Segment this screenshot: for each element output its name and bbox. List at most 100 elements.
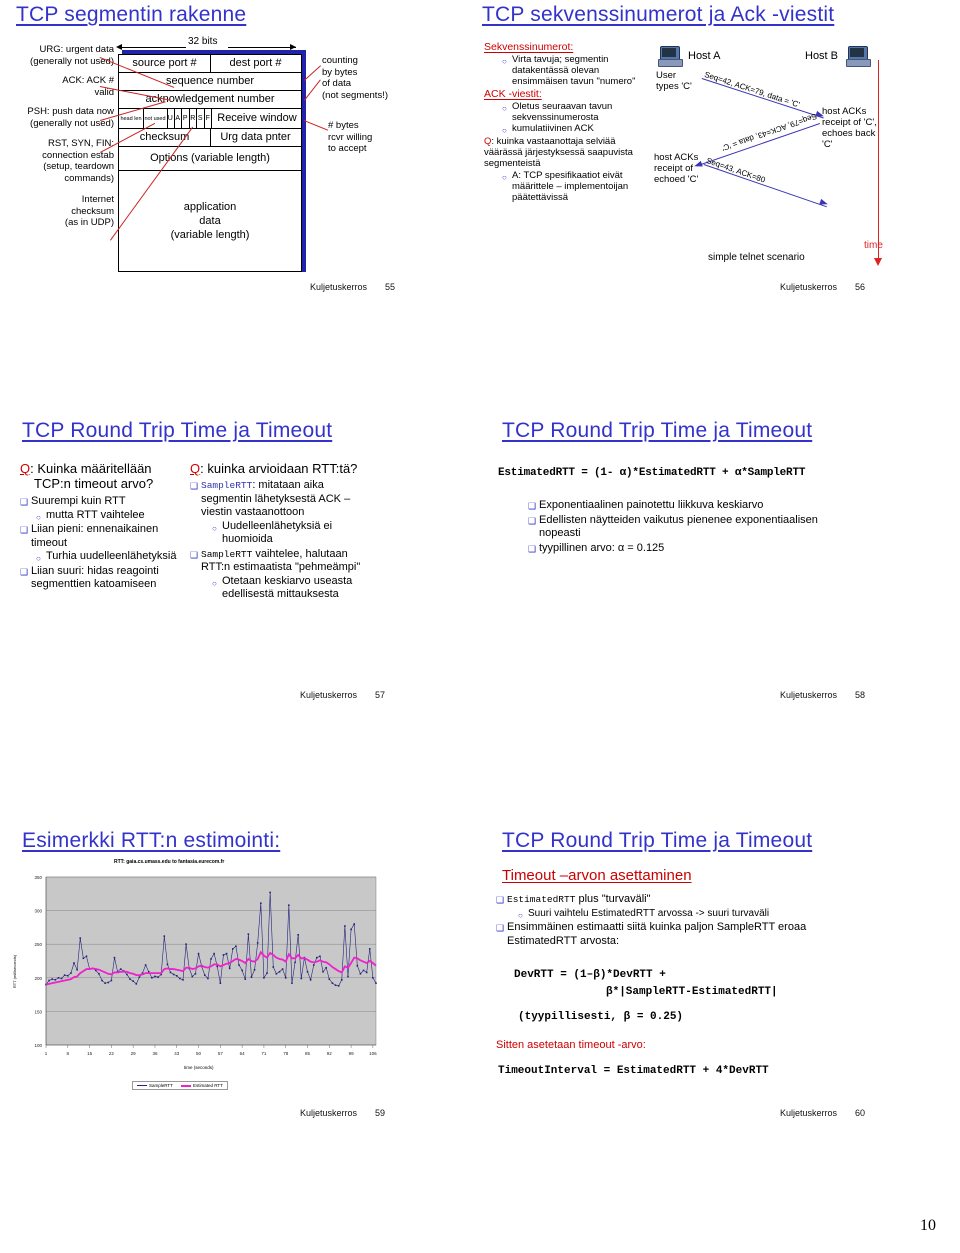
annotation-checksum-3: (as in UDP): [64, 217, 114, 228]
not-used-field: not used: [143, 109, 167, 128]
footer-page: 55: [385, 282, 396, 292]
devrtt-formula: DevRTT = (1–β)*DevRTT + β*|SampleRTT-Est…: [514, 967, 778, 1001]
flag-bit-a: A: [175, 109, 182, 128]
annotation-rst-2: connection estab: [42, 149, 114, 161]
head-len-label: head len: [120, 115, 142, 122]
rtt-col-right: Q: kuinka arvioidaan RTT:tä? SampleRTT: …: [190, 461, 370, 602]
telnet-diagram: Host A Host B time User types 'C' host A…: [650, 42, 950, 272]
svg-text:106: 106: [369, 1051, 377, 1056]
svg-text:71: 71: [261, 1051, 267, 1056]
bits-arrow-left: [118, 47, 186, 48]
svg-text:250: 250: [34, 942, 42, 947]
footer-label: Kuljetuskerros: [300, 690, 358, 700]
svg-text:150: 150: [34, 1009, 42, 1014]
chart-svg: 100 150 200 250 300 350 1 8 15 22 29 36 43 50 57 64 71 7…: [34, 875, 377, 1056]
bits-label: 32 bits: [188, 36, 218, 47]
rtt-col-left: Q: Kuinka määritellään TCP:n timeout arv…: [20, 461, 180, 592]
list-item: Ensimmäinen estimaatti siitä kuinka palj…: [496, 921, 836, 948]
footer-page: 58: [855, 690, 866, 700]
time-axis-arrow: [874, 258, 882, 266]
term-samplertt: SampleRTT: [201, 548, 253, 560]
list-item: Turhia uudelleenlähetyksiä: [36, 550, 180, 565]
svg-text:99: 99: [349, 1051, 355, 1056]
list-item: tyypillinen arvo: α = 0.125: [528, 542, 818, 556]
annotation-checksum-2: checksum: [71, 205, 114, 217]
list-item: Suurempi kuin RTT: [20, 495, 180, 509]
svg-text:1: 1: [45, 1051, 48, 1056]
footer-page: 59: [375, 1108, 386, 1118]
annotation-counting-4: (not segments!): [322, 89, 388, 101]
app-data-line-1: application: [183, 201, 237, 213]
leader-line-counting-1: [304, 65, 322, 81]
svg-text:50: 50: [196, 1051, 202, 1056]
page-number: 10: [920, 1217, 936, 1234]
legend-swatch-sample: [137, 1085, 147, 1086]
beta-typical-formula: (tyypillisesti, β = 0.25): [518, 1011, 684, 1023]
svg-text:57: 57: [218, 1051, 224, 1056]
svg-text:350: 350: [34, 875, 42, 880]
slide-tcp-rtt-timeout-3: TCP Round Trip Time ja Timeout Timeout –…: [480, 815, 960, 1135]
leader-line-window: [303, 120, 329, 131]
legend-item-sample: SampleRTT: [137, 1083, 173, 1088]
chart-title: RTT: gaia.cs.umass.edu to fantasia.eurec…: [114, 859, 225, 865]
app-data-line-2: data: [199, 215, 221, 227]
question-text: : Kuinka määritellään TCP:n timeout arvo…: [30, 461, 154, 491]
slide-footer: Kuljetuskerros 57: [300, 690, 385, 700]
annotation-counting-2: by bytes: [322, 66, 358, 78]
diagram-caption: simple telnet scenario: [708, 252, 805, 263]
question-block: Q: kuinka vastaanottaja selviää väärässä…: [484, 136, 652, 169]
annotation-bytes-3: to accept: [328, 143, 367, 154]
slide-tcp-segment-structure: TCP segmentin rakenne 32 bits source por…: [0, 0, 470, 300]
question-prefix: Q: [190, 461, 201, 476]
footer-page: 56: [855, 282, 866, 292]
formula-notes: Exponentiaalinen painotettu liikkuva kes…: [528, 499, 818, 555]
footer-label: Kuljetuskerros: [300, 1108, 358, 1118]
not-used-label: not used: [144, 115, 166, 122]
flag-bit-s: S: [197, 109, 205, 128]
timeout-interval-formula: TimeoutInterval = EstimatedRTT + 4*DevRT…: [498, 1065, 769, 1077]
page-title: TCP sekvenssinumerot ja Ack -viestit: [482, 3, 835, 26]
svg-text:43: 43: [174, 1051, 180, 1056]
annotation-urg-1: URG: urgent data: [39, 44, 114, 55]
urg-pointer-field: Urg data pnter: [220, 131, 291, 143]
flag-bit-u: U: [167, 109, 175, 128]
chart-xlabel: time (seconds): [184, 1065, 214, 1070]
tcp-header-diagram: source port # dest port # sequence numbe…: [118, 54, 302, 272]
footer-label: Kuljetuskerros: [780, 690, 838, 700]
right-annotations-bottom: # bytes rcvr willing to accept: [328, 120, 372, 155]
ack-item-1: Oletus seuraavan tavun sekvenssinumerost…: [502, 101, 652, 123]
section-heading-seq: Sekvenssinumerot:: [484, 41, 574, 53]
list-item: Uudelleenlähetyksiä ei huomioida: [212, 520, 370, 547]
footer-page: 60: [855, 1108, 866, 1118]
host-b-label: Host B: [805, 50, 839, 62]
slide-footer: Kuljetuskerros 59: [300, 1108, 385, 1118]
estimated-rtt-formula: EstimatedRTT = (1- α)*EstimatedRTT + α*S…: [498, 467, 806, 479]
dest-port-field: dest port #: [229, 57, 282, 69]
footer-label: Kuljetuskerros: [780, 1108, 838, 1118]
slide-footer: Kuljetuskerros 58: [780, 690, 865, 700]
annotation-counting-3: of data: [322, 78, 352, 89]
devrtt-formula-line1: DevRTT = (1–β)*DevRTT +: [514, 969, 666, 981]
seq-item-1: Virta tavuja; segmentin datakentässä ole…: [502, 54, 652, 87]
term-samplertt: SampleRTT: [201, 480, 253, 491]
svg-text:64: 64: [240, 1051, 246, 1056]
slide-footer: Kuljetuskerros 56: [780, 282, 865, 292]
list-item: mutta RTT vaihtelee: [36, 509, 180, 524]
options-field: Options (variable length): [119, 147, 301, 171]
checksum-field: checksum: [139, 131, 190, 143]
seq-text-column: Sekvenssinumerot: Virta tavuja; segmenti…: [484, 41, 652, 204]
page-title: Esimerkki RTT:n estimointi:: [22, 829, 281, 852]
footer-label: Kuljetuskerros: [780, 282, 838, 292]
question-right: Q: kuinka arvioidaan RTT:tä?: [190, 461, 370, 476]
diagram-shadow-right: [302, 50, 306, 272]
flag-bit-p: P: [182, 109, 190, 128]
list-item: EstimatedRTT plus "turvaväli": [496, 893, 836, 907]
annotation-psh-1: PSH: push data now: [27, 106, 114, 117]
rtt-chart: RTT: gaia.cs.umass.edu to fantasia.eurec…: [12, 859, 394, 1109]
page-title: TCP Round Trip Time ja Timeout: [502, 419, 813, 442]
list-item: SampleRTT: mitataan aika segmentin lähet…: [190, 479, 370, 520]
svg-text:8: 8: [67, 1051, 70, 1056]
message-label-2: Seq=79, ACK=43, data = 'C': [720, 111, 818, 153]
timeout-red-note: Sitten asetetaan timeout -arvo:: [496, 1039, 646, 1051]
question-text: : kuinka arvioidaan RTT:tä?: [200, 461, 358, 476]
